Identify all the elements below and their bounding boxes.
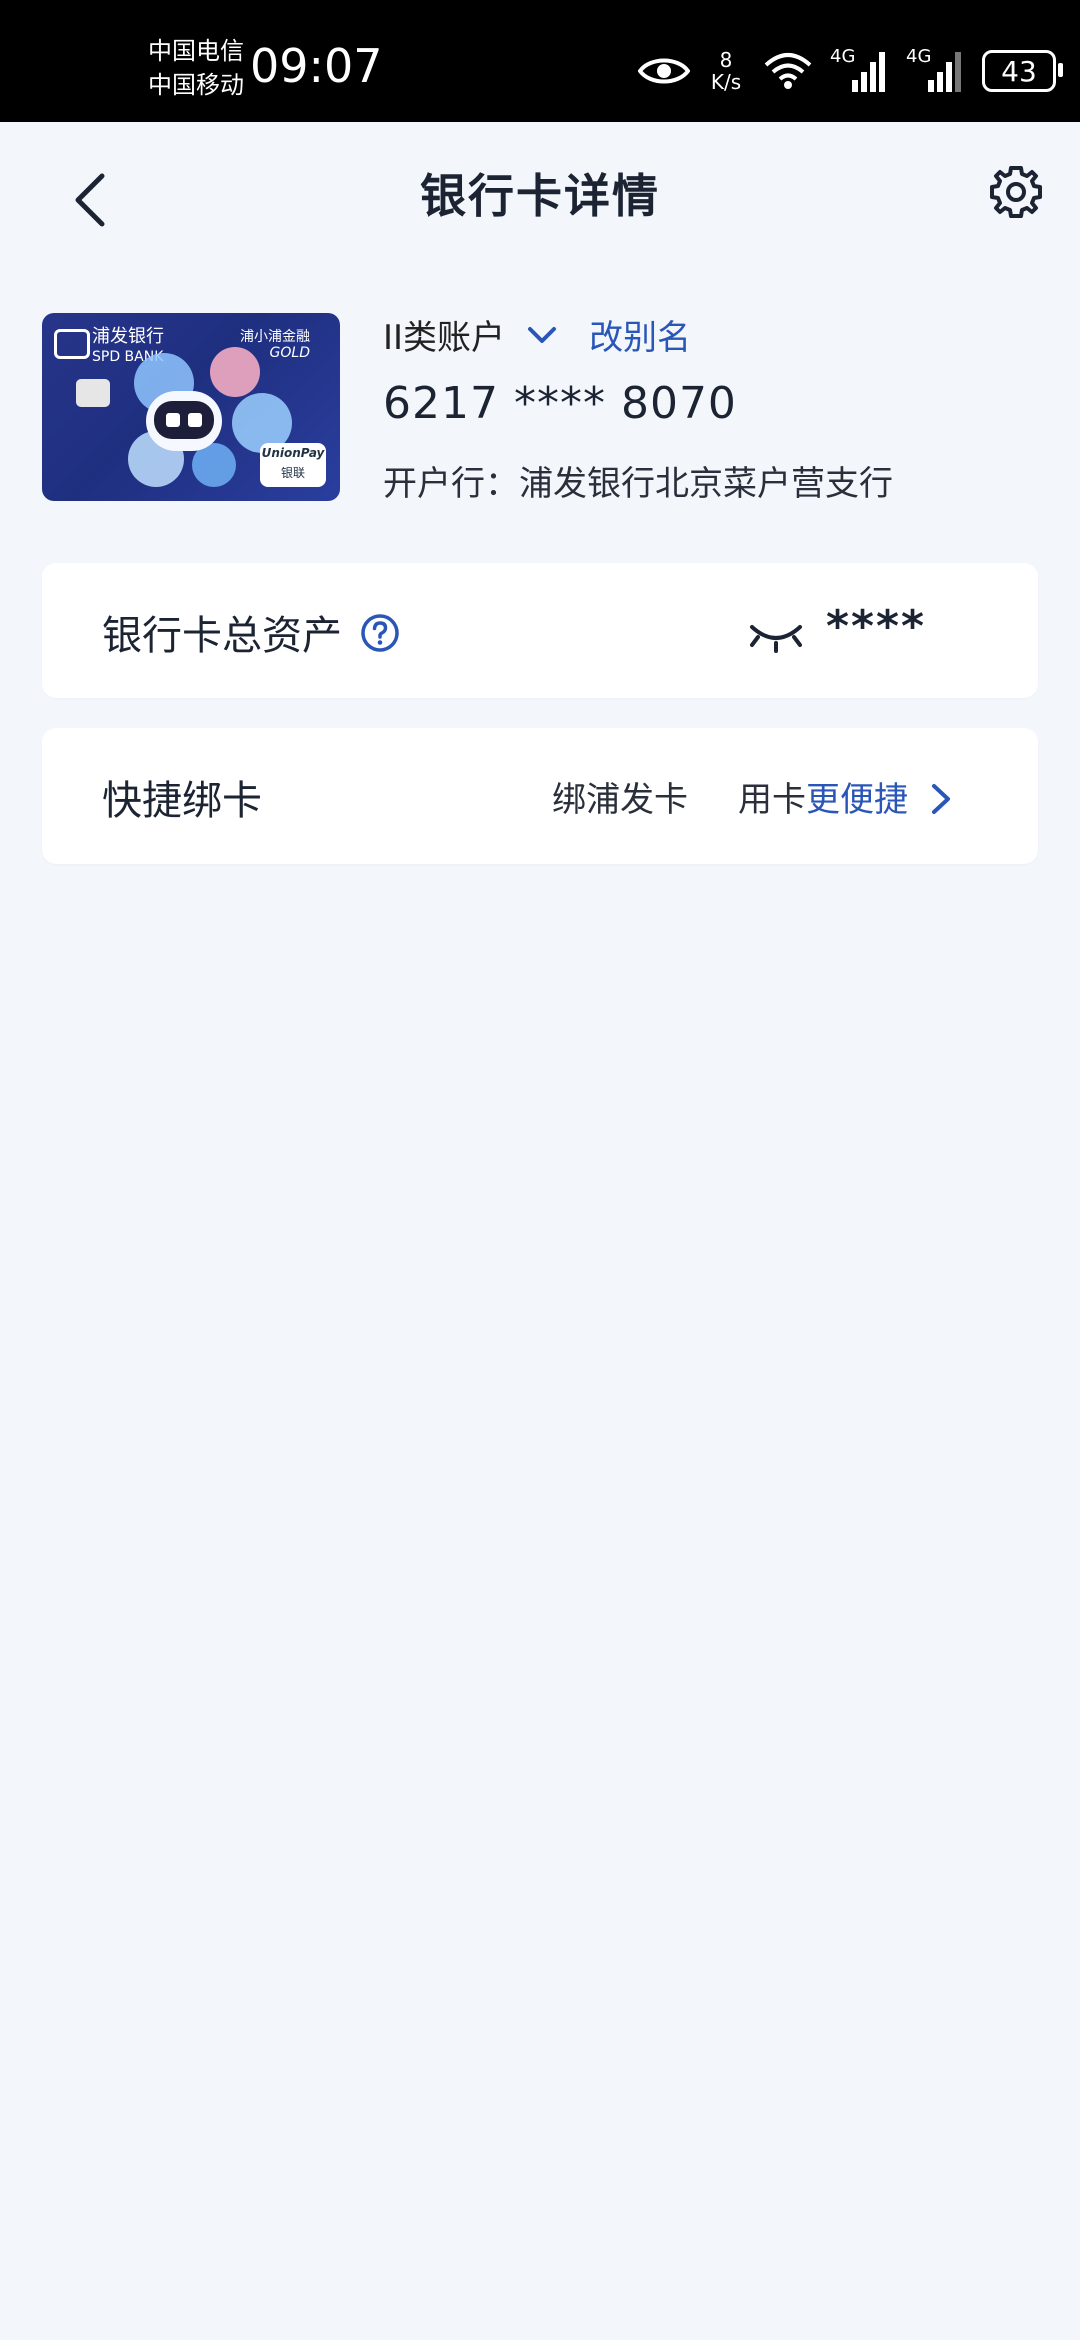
net-speed: 8 K/s <box>706 49 746 93</box>
quick-bind-text: 绑浦发卡 <box>552 780 688 820</box>
battery-level: 43 <box>1001 54 1037 88</box>
carrier-info: 中国电信 中国移动 <box>148 34 244 102</box>
card-bank-name-cn: 浦发银行 <box>92 326 164 347</box>
spd-logo-icon <box>54 329 90 359</box>
status-icons: 8 K/s 4G 4G 43 <box>638 44 1063 98</box>
settings-gear-icon[interactable] <box>986 162 1046 222</box>
rename-link[interactable]: 改别名 <box>589 310 691 359</box>
signal-1: 4G <box>830 46 890 96</box>
unionpay-label: UnionPay <box>261 446 325 460</box>
unionpay-cn: 银联 <box>280 466 305 480</box>
top-nav: 银行卡详情 <box>0 122 1080 272</box>
quick-bind-label: 快捷绑卡 <box>102 778 262 824</box>
card-number: 6217 **** 8070 <box>383 378 737 429</box>
net-speed-value: 8 <box>719 48 733 72</box>
carrier-mobile: 中国移动 <box>148 71 244 99</box>
robot-eye <box>188 413 202 427</box>
signal-bars-icon <box>852 52 885 92</box>
eye-closed-icon[interactable] <box>746 615 806 655</box>
card-badge-name: 浦小浦金融 <box>240 329 310 345</box>
card-chip-icon <box>76 379 110 407</box>
signal-bars-icon <box>928 52 961 92</box>
quick-bind-slogan: 用卡更便捷 <box>738 772 908 821</box>
wifi-icon <box>764 53 812 89</box>
quick-bind-slogan-highlight: 更便捷 <box>806 780 908 820</box>
quick-bind-slogan-plain: 用卡 <box>738 780 806 820</box>
account-type-label[interactable]: II类账户 <box>383 310 505 359</box>
robot-face <box>154 401 214 439</box>
chevron-right-icon[interactable] <box>928 782 954 816</box>
quick-bind-panel[interactable]: 快捷绑卡 绑浦发卡 用卡更便捷 <box>42 728 1038 864</box>
robot-eye <box>166 413 180 427</box>
account-type-row: II类账户 改别名 <box>383 310 691 359</box>
status-time: 09:07 <box>250 39 383 93</box>
robot-mascot <box>146 391 222 451</box>
total-assets-label: 银行卡总资产 <box>102 613 342 659</box>
chevron-down-icon[interactable] <box>525 318 559 352</box>
carrier-telecom: 中国电信 <box>148 37 244 65</box>
eye-comfort-icon <box>638 58 690 84</box>
branch-info: 开户行：浦发银行北京菜户营支行 <box>383 464 893 504</box>
signal-2: 4G <box>906 46 966 96</box>
masked-assets-value: **** <box>826 601 927 652</box>
page-title: 银行卡详情 <box>420 169 660 223</box>
decor-bubble <box>210 347 260 397</box>
total-assets-panel: 银行卡总资产 **** <box>42 563 1038 698</box>
status-bar: 中国电信 中国移动 09:07 8 K/s 4G 4G 43 <box>0 0 1080 122</box>
unionpay-logo: UnionPay 银联 <box>260 443 326 487</box>
battery-indicator: 43 <box>982 50 1063 92</box>
net-speed-unit: K/s <box>710 70 742 94</box>
help-question-icon[interactable] <box>360 613 400 653</box>
bank-card-image: 浦发银行 SPD BANK 浦小浦金融 GOLD UnionPay 银联 <box>42 313 340 501</box>
